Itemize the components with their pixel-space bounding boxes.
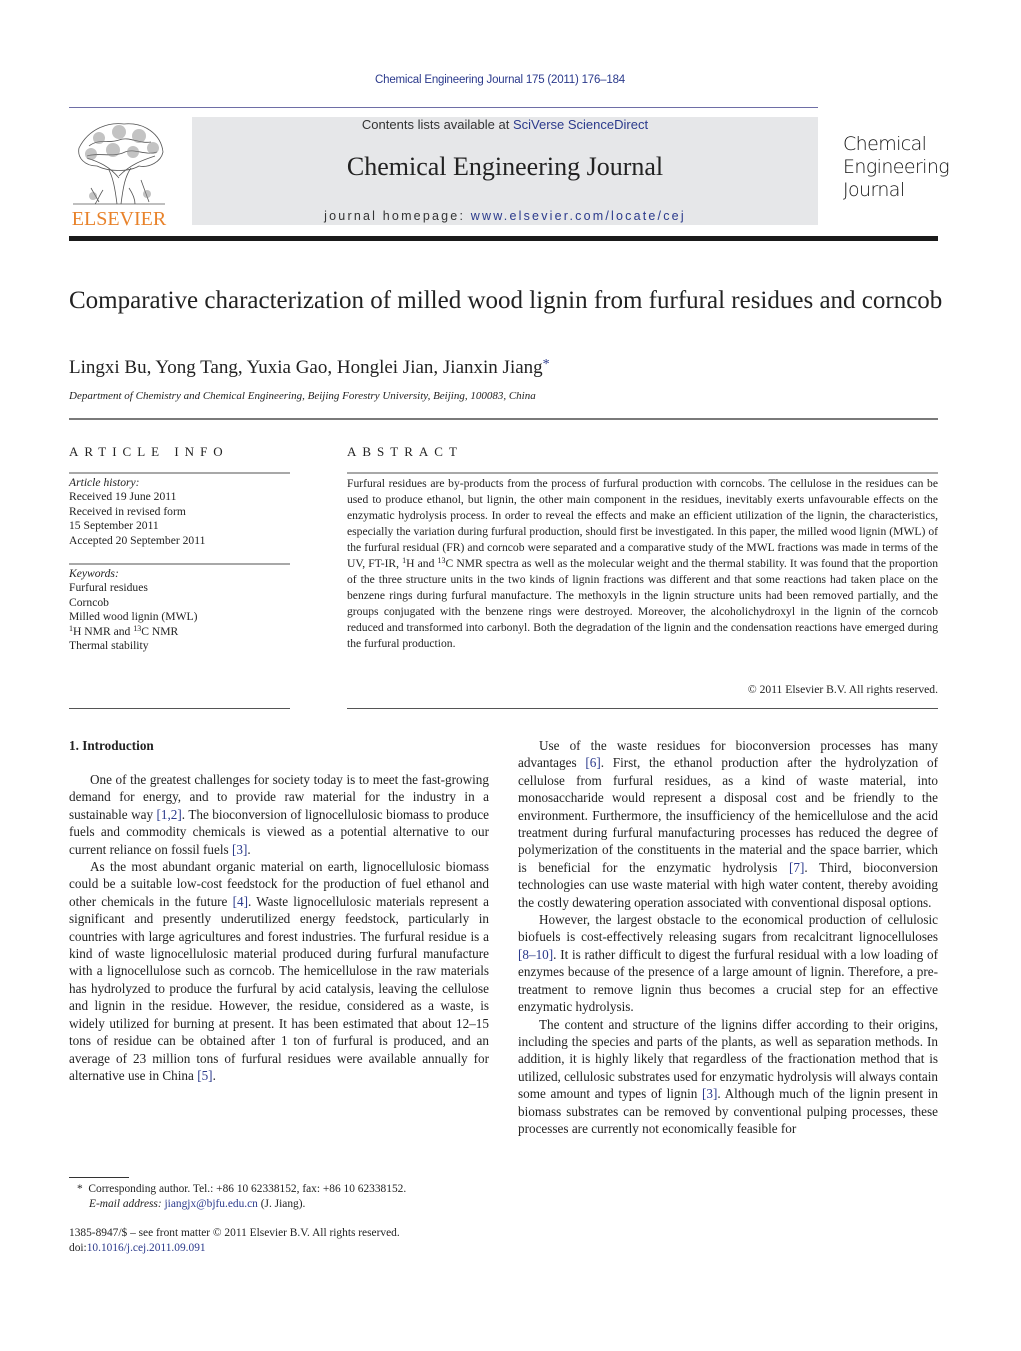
elsevier-wordmark[interactable]: ELSEVIER (69, 208, 169, 231)
journal-cover-title[interactable]: Chemical Engineering Journal (843, 133, 950, 202)
divider (69, 708, 290, 709)
history-item: Received in revised form (69, 504, 186, 518)
homepage-line: journal homepage: www.elsevier.com/locat… (192, 209, 818, 223)
paragraph: However, the largest obstacle to the eco… (518, 912, 938, 1015)
sciencedirect-link[interactable]: SciVerse ScienceDirect (513, 117, 648, 132)
abstract-heading: ABSTRACT (347, 444, 463, 459)
keyword: Furfural residues (69, 581, 148, 595)
front-matter: 1385-8947/$ – see front matter © 2011 El… (69, 1226, 400, 1256)
reference-link[interactable]: [3] (232, 842, 247, 857)
abstract-text: Furfural residues are by-products from t… (347, 477, 939, 650)
authors-text: Lingxi Bu, Yong Tang, Yuxia Gao, Honglei… (69, 357, 543, 378)
history-item: 15 September 2011 (69, 519, 159, 533)
paragraph: Use of the waste residues for bioconvers… (518, 738, 938, 910)
history-item: Accepted 20 September 2011 (69, 533, 206, 547)
article-info-heading: ARTICLE INFO (69, 444, 229, 459)
doi-link[interactable]: 10.1016/j.cej.2011.09.091 (87, 1242, 206, 1254)
keywords: Keywords: Furfural residues Corncob Mill… (69, 567, 197, 653)
affiliation-divider (69, 418, 938, 420)
corresponding-author-footnote: * Corresponding author. Tel.: +86 10 623… (77, 1182, 406, 1212)
journal-name: Chemical Engineering Journal (346, 152, 664, 181)
keywords-label: Keywords: (69, 567, 119, 580)
divider (347, 472, 938, 474)
history-label: Article history: (69, 476, 140, 489)
footnote-mark: * (77, 1183, 83, 1195)
top-divider (69, 107, 818, 108)
doi-prefix: doi: (69, 1242, 87, 1254)
issn-line: 1385-8947/$ – see front matter © 2011 El… (69, 1227, 400, 1239)
section-heading-introduction: 1. Introduction (69, 738, 154, 753)
body-column-right: Use of the waste residues for bioconvers… (518, 737, 938, 1137)
journal-citation[interactable]: Chemical Engineering Journal 175 (2011) … (0, 74, 1000, 86)
corresponding-contact: Corresponding author. Tel.: +86 10 62338… (88, 1183, 407, 1195)
email-link[interactable]: jiangjx@bjfu.edu.cn (165, 1198, 258, 1210)
homepage-prefix: journal homepage: (324, 209, 471, 223)
reference-link[interactable]: [5] (197, 1068, 212, 1083)
paragraph: One of the greatest challenges for socie… (69, 772, 489, 857)
reference-link[interactable]: [7] (789, 860, 804, 875)
author-list: Lingxi Bu, Yong Tang, Yuxia Gao, Honglei… (69, 357, 550, 379)
body-column-left: One of the greatest challenges for socie… (69, 771, 489, 1084)
keyword: 1H NMR and 13C NMR (69, 623, 179, 638)
reference-link[interactable]: [4] (233, 894, 248, 909)
keyword: Corncob (69, 595, 109, 609)
cover-title-line: Chemical (843, 133, 927, 155)
divider (347, 708, 938, 709)
article-history: Article history: Received 19 June 2011 R… (69, 476, 205, 548)
keyword: Milled wood lignin (MWL) (69, 610, 198, 624)
cover-title-line: Engineering (843, 156, 950, 178)
corresponding-author-link[interactable]: * (543, 357, 550, 372)
footnote-divider (69, 1177, 129, 1178)
paragraph: As the most abundant organic material on… (69, 859, 489, 1083)
header-thick-divider (69, 236, 938, 241)
abstract-copyright: © 2011 Elsevier B.V. All rights reserved… (747, 683, 938, 696)
homepage-link[interactable]: www.elsevier.com/locate/cej (471, 209, 686, 223)
reference-link[interactable]: [6] (585, 755, 600, 770)
affiliation: Department of Chemistry and Chemical Eng… (69, 390, 536, 402)
reference-link[interactable]: [8–10] (518, 947, 553, 962)
contents-line: Contents lists available at SciVerse Sci… (192, 117, 818, 132)
reference-link[interactable]: [1,2] (157, 807, 182, 822)
history-item: Received 19 June 2011 (69, 490, 177, 504)
divider (69, 472, 290, 474)
article-title: Comparative characterization of milled w… (69, 287, 943, 314)
email-suffix: (J. Jiang). (257, 1198, 306, 1210)
reference-link[interactable]: [3] (702, 1086, 717, 1101)
paragraph: The content and structure of the lignins… (518, 1016, 938, 1136)
keyword: Thermal stability (69, 639, 149, 653)
contents-prefix: Contents lists available at (361, 117, 513, 132)
email-label: E-mail address: (89, 1198, 165, 1210)
cover-title-line: Journal (843, 179, 905, 201)
divider (69, 563, 290, 565)
